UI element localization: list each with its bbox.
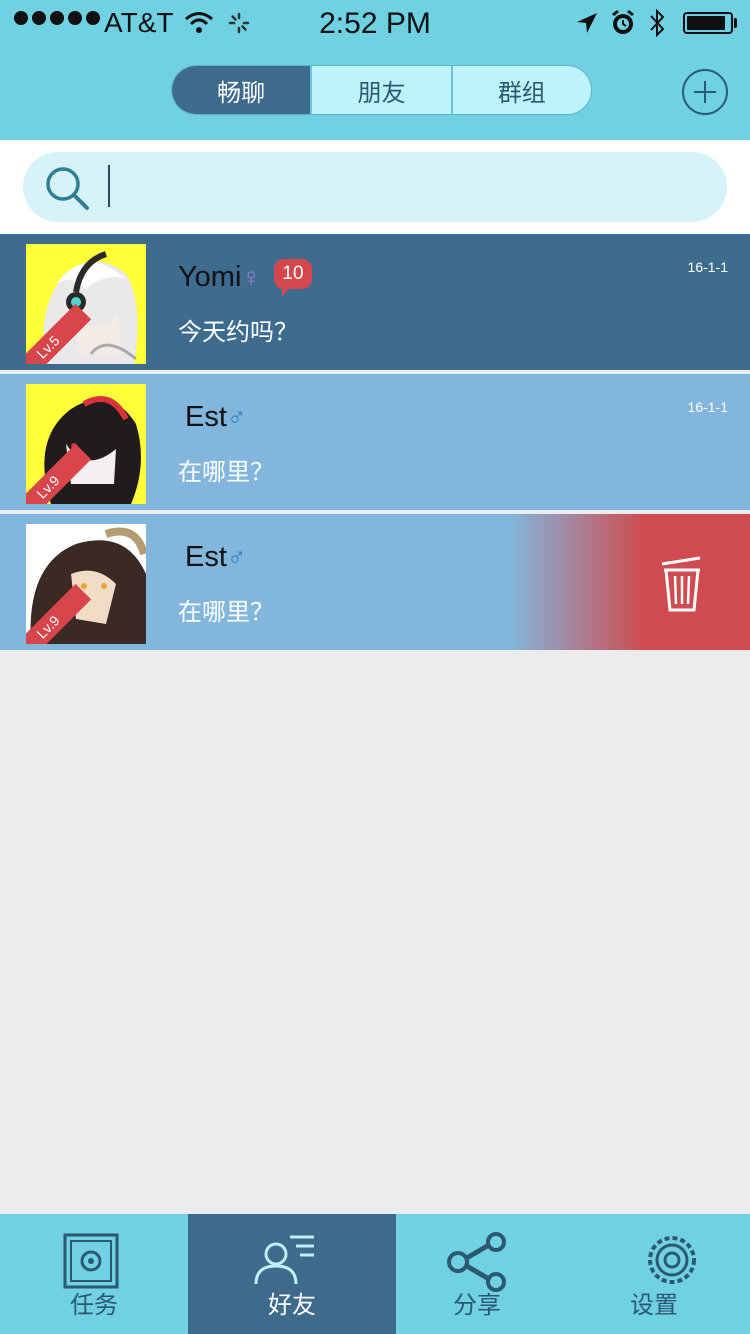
clock: 2:52 PM xyxy=(319,7,431,40)
contact-name: Est♂ xyxy=(185,541,246,574)
trash-icon[interactable] xyxy=(660,554,704,612)
segmented-control: 畅聊 朋友 群组 xyxy=(171,65,592,115)
female-icon: ♀ xyxy=(241,262,261,292)
avatar[interactable]: Lv.9 xyxy=(26,384,146,504)
friends-icon xyxy=(254,1235,314,1285)
tab-tasks[interactable]: 任务 xyxy=(0,1214,188,1334)
chat-row-est-swiped[interactable]: Lv.9 Est♂ 在哪里？ xyxy=(0,514,750,650)
tab-label: 好友 xyxy=(268,1292,316,1319)
contact-name-text: Est xyxy=(185,541,227,573)
last-message: 在哪里？ xyxy=(178,599,274,626)
male-icon: ♂ xyxy=(226,542,247,572)
message-date: 16-1-1 xyxy=(687,259,728,275)
battery-icon xyxy=(683,12,733,34)
tab-label: 设置 xyxy=(630,1292,678,1319)
safe-icon xyxy=(63,1233,119,1289)
search-input[interactable] xyxy=(108,165,722,207)
last-message: 在哪里？ xyxy=(178,459,274,486)
tab-share[interactable]: 分享 xyxy=(396,1214,558,1334)
tab-label: 分享 xyxy=(453,1292,501,1319)
tab-label: 任务 xyxy=(70,1292,118,1319)
chat-row-yomi[interactable]: Lv.5 Yomi♀ 10 今天约吗？ 16-1-1 xyxy=(0,234,750,370)
gear-icon xyxy=(648,1236,696,1284)
contact-name-text: Est xyxy=(185,401,227,433)
unread-badge: 10 xyxy=(274,259,312,297)
plus-circle-icon[interactable] xyxy=(682,69,728,115)
location-arrow-icon xyxy=(577,13,597,33)
chat-row-est[interactable]: Lv.9 Est♂ 在哪里？ 16-1-1 xyxy=(0,374,750,510)
male-icon: ♂ xyxy=(226,402,247,432)
share-icon xyxy=(447,1232,506,1292)
contact-name-text: Yomi xyxy=(178,261,242,293)
tab-friends-nav[interactable]: 好友 xyxy=(188,1214,396,1334)
tab-groups[interactable]: 群组 xyxy=(450,66,591,114)
tab-bar: 任务 好友 分享 设置 xyxy=(0,1214,750,1334)
search-icon[interactable] xyxy=(42,163,92,213)
message-date: 16-1-1 xyxy=(687,399,728,415)
status-bar: AT&T 2:52 PM xyxy=(0,0,750,46)
tab-friends[interactable]: 朋友 xyxy=(310,66,450,114)
tab-settings[interactable]: 设置 xyxy=(558,1214,750,1334)
battery-cap xyxy=(734,18,737,28)
bluetooth-icon xyxy=(650,8,665,38)
avatar[interactable]: Lv.9 xyxy=(26,524,146,644)
contact-name: Yomi♀ xyxy=(178,261,261,294)
avatar[interactable]: Lv.5 xyxy=(26,244,146,364)
contact-name: Est♂ xyxy=(185,401,246,434)
tab-chat[interactable]: 畅聊 xyxy=(172,66,311,114)
last-message: 今天约吗？ xyxy=(178,319,298,346)
alarm-icon xyxy=(612,9,634,34)
